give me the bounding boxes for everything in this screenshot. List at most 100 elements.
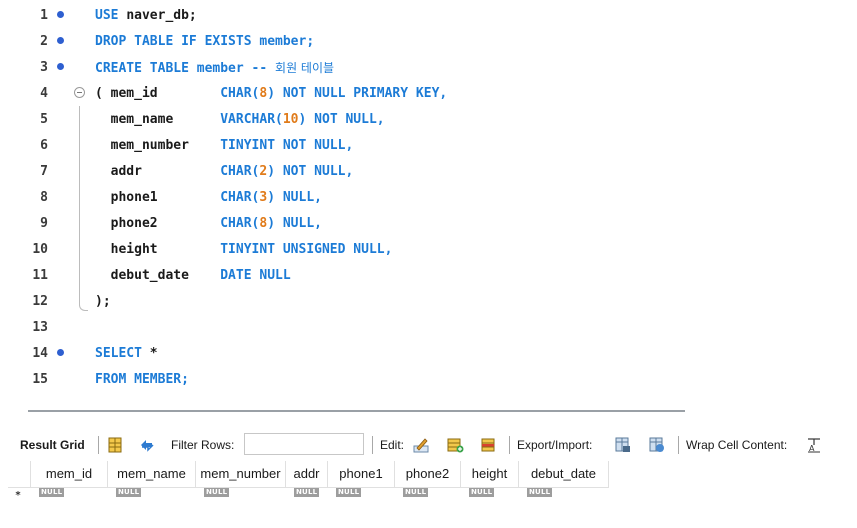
column-header[interactable]: phone2 (395, 461, 461, 488)
code-token: debut_date (95, 268, 221, 283)
code-text: addr CHAR(2) NOT NULL, (95, 159, 354, 185)
null-cell[interactable]: NULL (403, 488, 429, 497)
code-token: mem_name (95, 112, 221, 127)
code-token: FROM (95, 372, 135, 387)
null-cell[interactable]: NULL (39, 488, 65, 497)
code-line[interactable]: 6 mem_number TINYINT NOT NULL, (0, 133, 857, 159)
null-cell[interactable]: NULL (527, 488, 553, 497)
code-text: phone1 CHAR(3) NULL, (95, 185, 322, 211)
line-number: 10 (32, 242, 48, 257)
toolbar-separator (372, 436, 373, 454)
code-text: mem_number TINYINT NOT NULL, (95, 133, 354, 159)
column-header[interactable]: mem_number (196, 461, 286, 488)
code-line[interactable]: 5 mem_name VARCHAR(10) NOT NULL, (0, 107, 857, 133)
code-token: CHAR( (220, 216, 260, 231)
code-token: CHAR( (220, 190, 260, 205)
line-number: 11 (32, 268, 48, 283)
code-line[interactable]: 8 phone1 CHAR(3) NULL, (0, 185, 857, 211)
code-token: TINYINT UNSIGNED NULL, (220, 242, 393, 257)
row-header-corner (8, 461, 31, 488)
statement-marker-icon[interactable] (57, 11, 64, 18)
result-toolbar: Result Grid Filter Rows: Edit: Export/Im… (0, 432, 857, 458)
code-token: -- (251, 61, 276, 76)
code-line[interactable]: 9 phone2 CHAR(8) NULL, (0, 211, 857, 237)
statement-marker-icon[interactable] (57, 37, 64, 44)
column-header[interactable]: mem_name (108, 461, 196, 488)
null-cell[interactable]: NULL (294, 488, 320, 497)
wrap-text-icon[interactable]: A (805, 436, 823, 454)
code-token: VARCHAR( (220, 112, 283, 127)
result-grid[interactable]: mem_id mem_name mem_number addr phone1 phone2… (8, 461, 609, 503)
line-number: 2 (40, 34, 48, 49)
toolbar-separator (98, 436, 99, 454)
code-line[interactable]: 12); (0, 289, 857, 315)
edit-cell-icon[interactable] (412, 436, 430, 454)
code-text: phone2 CHAR(8) NULL, (95, 211, 322, 237)
code-line[interactable]: 13 (0, 315, 857, 341)
code-token: height (95, 242, 221, 257)
code-token: MEMBER; (134, 372, 189, 387)
code-line[interactable]: 7 addr CHAR(2) NOT NULL, (0, 159, 857, 185)
code-token: ) NULL, (267, 216, 322, 231)
delete-row-icon[interactable] (480, 436, 498, 454)
code-token: member; (259, 34, 315, 49)
null-cell[interactable]: NULL (469, 488, 495, 497)
code-text: ( mem_id CHAR(8) NOT NULL PRIMARY KEY, (95, 81, 447, 107)
fold-toggle-icon[interactable] (74, 87, 85, 98)
code-token: mem_number (95, 138, 221, 153)
code-text: ); (95, 289, 111, 315)
toolbar-separator (678, 436, 679, 454)
line-number: 1 (40, 8, 48, 23)
code-token: DROP TABLE IF EXISTS (95, 34, 260, 49)
null-cell[interactable]: NULL (336, 488, 362, 497)
statement-marker-icon[interactable] (57, 349, 64, 356)
column-header[interactable]: height (461, 461, 519, 488)
line-number: 9 (40, 216, 48, 231)
line-number: 8 (40, 190, 48, 205)
null-cell[interactable]: NULL (204, 488, 230, 497)
line-number: 6 (40, 138, 48, 153)
statement-marker-icon[interactable] (57, 63, 64, 70)
code-text: CREATE TABLE member -- 회원 테이블 (95, 55, 334, 82)
code-token: ) NULL, (267, 190, 322, 205)
null-cell[interactable]: NULL (116, 488, 142, 497)
code-token: TINYINT NOT NULL, (220, 138, 354, 153)
column-header[interactable]: debut_date (519, 461, 609, 488)
code-line[interactable]: 3 CREATE TABLE member -- 회원 테이블 (0, 55, 857, 81)
code-line[interactable]: 14 SELECT * (0, 341, 857, 367)
code-line[interactable]: 15 FROM MEMBER; (0, 367, 857, 393)
line-number: 13 (32, 320, 48, 335)
sql-editor[interactable]: 1 USE naver_db; 2 DROP TABLE IF EXISTS memb… (0, 0, 857, 401)
filter-rows-input[interactable] (244, 433, 364, 455)
column-header[interactable]: mem_id (31, 461, 108, 488)
code-token: CHAR( (220, 164, 260, 179)
import-icon[interactable] (648, 436, 666, 454)
code-token: ) NOT NULL, (267, 164, 354, 179)
grid-view-icon[interactable] (106, 436, 124, 454)
code-line[interactable]: 11 debut_date DATE NULL (0, 263, 857, 289)
code-token: SELECT (95, 346, 150, 361)
refresh-icon[interactable] (138, 436, 156, 454)
code-token: CREATE TABLE (95, 61, 197, 76)
code-text: mem_name VARCHAR(10) NOT NULL, (95, 107, 385, 133)
code-line[interactable]: 10 height TINYINT UNSIGNED NULL, (0, 237, 857, 263)
code-text: USE naver_db; (95, 3, 197, 29)
line-number: 14 (32, 346, 48, 361)
horizontal-scrollbar[interactable] (28, 410, 685, 412)
code-token: DATE NULL (220, 268, 291, 283)
code-line[interactable]: 4 ( mem_id CHAR(8) NOT NULL PRIMARY KEY, (0, 81, 857, 107)
code-line[interactable]: 2 DROP TABLE IF EXISTS member; (0, 29, 857, 55)
code-token: ) NOT NULL, (298, 112, 385, 127)
code-text: FROM MEMBER; (95, 367, 189, 393)
column-header[interactable]: addr (286, 461, 328, 488)
export-icon[interactable] (614, 436, 632, 454)
code-token: ( mem_id (95, 86, 221, 101)
export-import-label: Export/Import: (517, 438, 593, 452)
line-number: 12 (32, 294, 48, 309)
add-row-icon[interactable] (446, 436, 464, 454)
line-number: 4 (40, 86, 48, 101)
result-grid-tab[interactable]: Result Grid (20, 432, 85, 458)
code-line[interactable]: 1 USE naver_db; (0, 3, 857, 29)
column-header[interactable]: phone1 (328, 461, 395, 488)
toolbar-separator (509, 436, 510, 454)
